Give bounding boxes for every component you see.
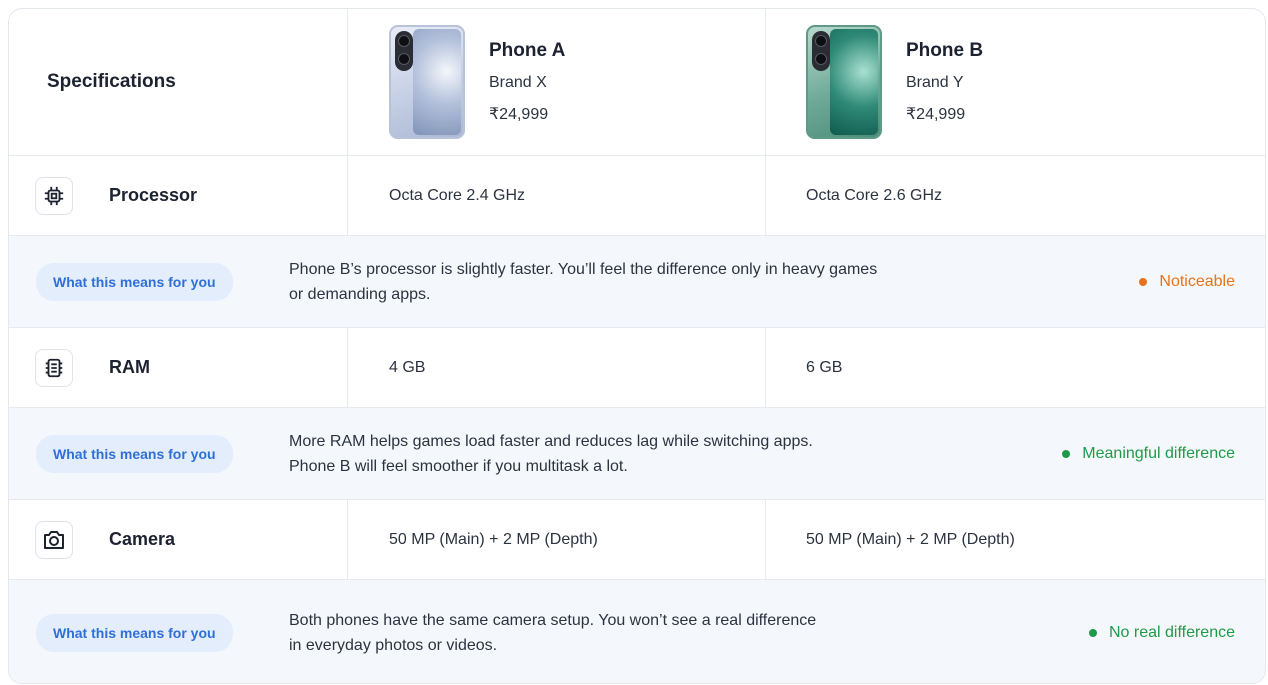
- phone-a-processor-value: Octa Core 2.4 GHz: [389, 186, 526, 204]
- verdict-label: Noticeable: [1159, 272, 1235, 290]
- camera-icon: [35, 520, 73, 559]
- means-line: Both phones have the same camera setup. …: [289, 611, 817, 629]
- divider: [765, 9, 766, 155]
- divider: [765, 328, 766, 407]
- means-text-processor: Phone B’s processor is slightly faster. …: [289, 257, 1009, 307]
- means-text-ram: More RAM helps games load faster and red…: [289, 429, 1009, 479]
- spec-label-cell: Camera: [9, 500, 175, 579]
- divider: [347, 500, 348, 579]
- phone-b-name: Phone B: [906, 40, 984, 61]
- status-dot-icon: [1062, 449, 1071, 458]
- status-dot-icon: [1089, 628, 1097, 637]
- means-line: or demanding apps.: [289, 285, 431, 303]
- what-this-means-pill[interactable]: What this means for you: [36, 262, 233, 301]
- spec-row-processor: Processor Octa Core 2.4 GHz Octa Core 2.…: [9, 156, 1265, 236]
- phone-b-processor-value: Octa Core 2.6 GHz: [806, 186, 943, 204]
- phone-b-brand: Brand Y: [906, 74, 964, 91]
- comparison-table: Specifications Phone A Brand X ₹24,999 P…: [8, 8, 1266, 684]
- divider: [347, 9, 348, 155]
- verdict-badge-ram: Meaningful difference: [1062, 445, 1235, 463]
- verdict-badge-processor: Noticeable: [1139, 273, 1235, 291]
- verdict-badge-camera: No real difference: [1089, 624, 1235, 642]
- what-this-means-pill[interactable]: What this means for you: [36, 613, 233, 652]
- verdict-label: No real difference: [1109, 623, 1235, 641]
- means-row-processor: What this means for you Phone B’s proces…: [9, 236, 1265, 328]
- header-row: Specifications Phone A Brand X ₹24,999 P…: [9, 9, 1265, 156]
- phone-a-header[interactable]: Phone A Brand X ₹24,999: [389, 9, 565, 155]
- phone-b-header[interactable]: Phone B Brand Y ₹24,999: [806, 9, 983, 155]
- spec-label-cell: RAM: [9, 328, 150, 407]
- spec-row-ram: RAM 4 GB 6 GB: [9, 328, 1265, 408]
- phone-a-price: ₹24,999: [489, 106, 549, 123]
- spec-label-ram: RAM: [109, 357, 150, 377]
- means-row-camera: What this means for you Both phones have…: [9, 580, 1265, 683]
- spec-label-cell: Processor: [9, 156, 197, 235]
- ram-memory-icon: [35, 348, 73, 387]
- means-line: Phone B will feel smoother if you multit…: [289, 457, 628, 475]
- verdict-label: Meaningful difference: [1082, 444, 1235, 462]
- what-this-means-pill[interactable]: What this means for you: [36, 434, 233, 473]
- phone-a-image: [389, 25, 465, 139]
- phone-a-camera-value: 50 MP (Main) + 2 MP (Depth): [389, 530, 598, 548]
- means-line: Phone B’s processor is slightly faster. …: [289, 260, 878, 278]
- specifications-title: Specifications: [47, 71, 176, 92]
- divider: [765, 500, 766, 579]
- means-line: More RAM helps games load faster and red…: [289, 432, 813, 450]
- phone-a-brand: Brand X: [489, 74, 547, 91]
- processor-chip-icon: [35, 176, 73, 215]
- phone-b-ram-value: 6 GB: [806, 358, 843, 376]
- phone-b-price: ₹24,999: [906, 106, 966, 123]
- status-dot-icon: [1139, 277, 1148, 286]
- spec-label-processor: Processor: [109, 185, 198, 205]
- divider: [347, 156, 348, 235]
- means-text-camera: Both phones have the same camera setup. …: [289, 608, 1009, 658]
- spec-label-camera: Camera: [109, 529, 176, 549]
- phone-b-image: [806, 25, 882, 139]
- phone-a-name: Phone A: [489, 40, 566, 61]
- means-line: in everyday photos or videos.: [289, 636, 498, 654]
- phone-b-camera-value: 50 MP (Main) + 2 MP (Depth): [806, 530, 1015, 548]
- spec-row-camera: Camera 50 MP (Main) + 2 MP (Depth) 50 MP…: [9, 500, 1265, 580]
- means-row-ram: What this means for you More RAM helps g…: [9, 408, 1265, 500]
- divider: [765, 156, 766, 235]
- phone-a-ram-value: 4 GB: [389, 358, 426, 376]
- divider: [347, 328, 348, 407]
